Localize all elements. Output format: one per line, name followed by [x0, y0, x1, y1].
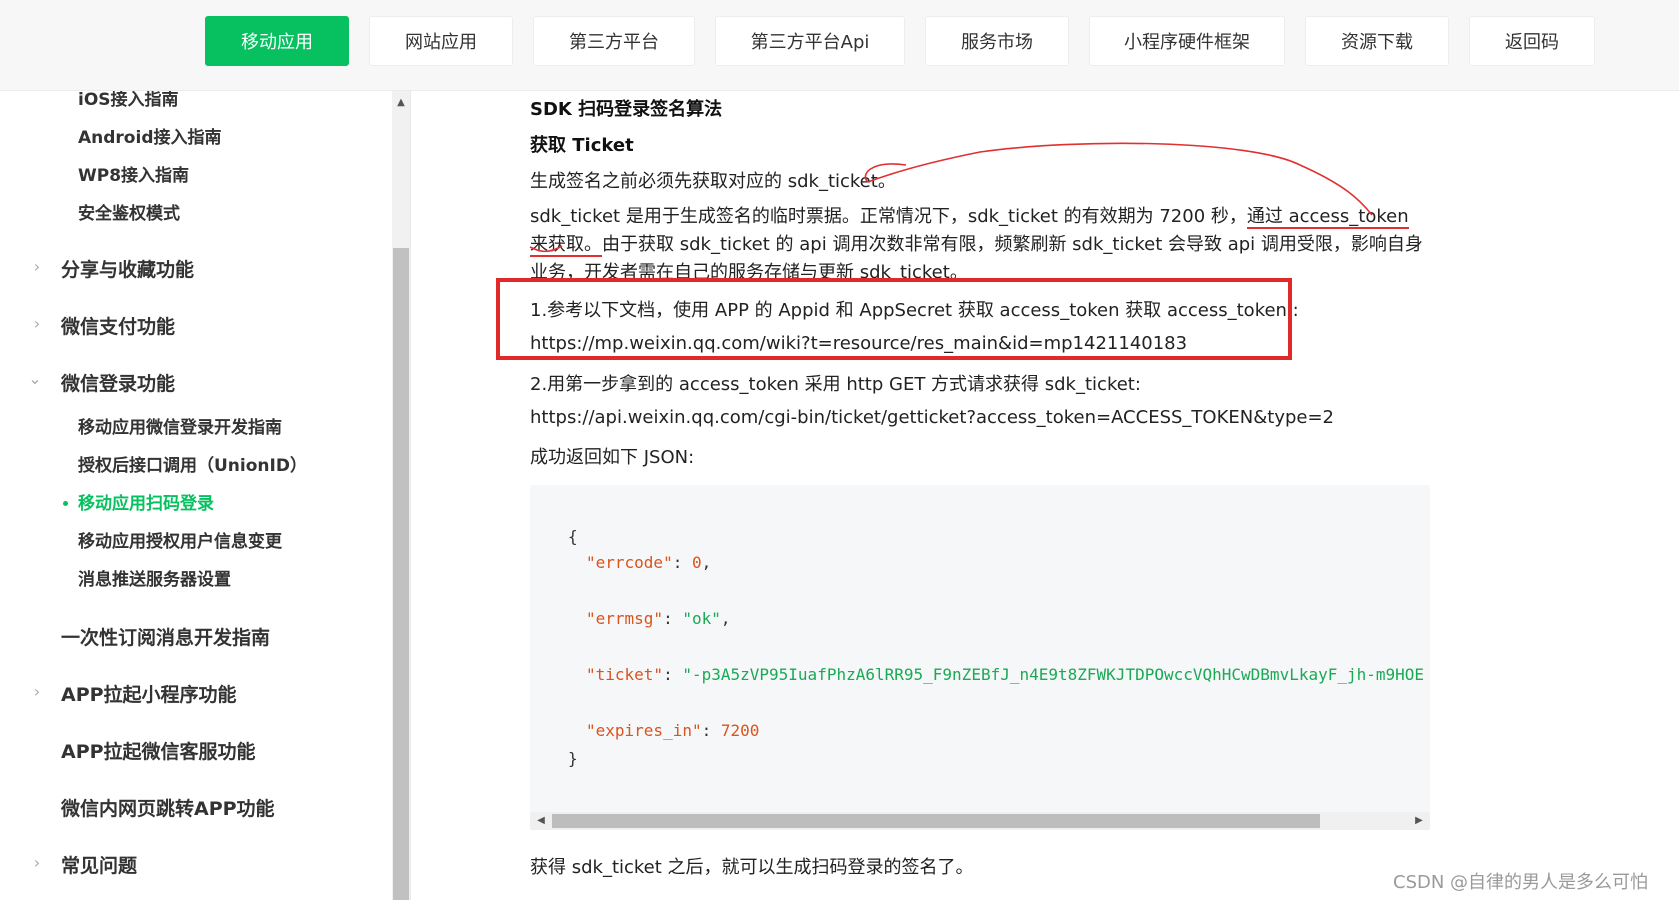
- scroll-right-arrow-icon[interactable]: ▶: [1410, 812, 1428, 830]
- step-2-text: 2.用第一步拿到的 access_token 采用 http GET 方式请求获…: [530, 374, 1141, 395]
- code-colon: :: [663, 665, 683, 684]
- sidebar-item-label: 常见问题: [61, 855, 138, 877]
- sidebar-item-qr-login[interactable]: 移动应用扫码登录: [78, 489, 214, 514]
- tab-third-party-api[interactable]: 第三方平台Api: [715, 16, 905, 66]
- para-text: 由于获取 sdk_ticket 的 api 调用次数非常有限，频繁刷新 sdk_…: [530, 234, 1423, 283]
- watermark: CSDN @自律的男人是多么可怕: [1393, 872, 1649, 893]
- sidebar-item-faq[interactable]: › 常见问题: [34, 851, 138, 878]
- code-colon: :: [672, 553, 692, 572]
- ticket-description: sdk_ticket 是用于生成签名的临时票据。正常情况下，sdk_ticket…: [530, 203, 1430, 287]
- chevron-right-icon: ›: [33, 314, 41, 333]
- sidebar-item-wechat-pay[interactable]: › 微信支付功能: [34, 312, 176, 339]
- sidebar-item-android-guide[interactable]: Android接入指南: [78, 123, 222, 148]
- step-2-url[interactable]: https://api.weixin.qq.com/cgi-bin/ticket…: [530, 407, 1334, 428]
- tab-website-app[interactable]: 网站应用: [369, 16, 513, 66]
- code-key: "ticket": [586, 665, 664, 684]
- tab-return-code[interactable]: 返回码: [1469, 16, 1595, 66]
- code-colon: :: [701, 721, 721, 740]
- sidebar-item-ios-guide[interactable]: iOS接入指南: [78, 91, 179, 110]
- scroll-left-arrow-icon[interactable]: ◀: [532, 812, 550, 830]
- sidebar-item-unionid[interactable]: 授权后接口调用（UnionID）: [78, 451, 307, 476]
- highlight-box: [496, 278, 1292, 360]
- code-key: "errcode": [586, 553, 673, 572]
- top-navigation: 移动应用 网站应用 第三方平台 第三方平台Api 服务市场 小程序硬件框架 资源…: [0, 0, 1679, 91]
- sidebar: iOS接入指南 Android接入指南 WP8接入指南 安全鉴权模式 › 分享与…: [0, 91, 392, 900]
- chevron-right-icon: ›: [33, 853, 41, 872]
- sidebar-scrollbar-thumb[interactable]: [393, 248, 409, 900]
- sidebar-item-wp8-guide[interactable]: WP8接入指南: [78, 161, 189, 186]
- outro-text: 获得 sdk_ticket 之后，就可以生成扫码登录的签名了。: [530, 857, 974, 878]
- subtitle: 获取 Ticket: [530, 135, 634, 156]
- sidebar-item-webpage-jump-app[interactable]: 微信内网页跳转APP功能: [61, 794, 275, 821]
- sidebar-item-app-customer-service[interactable]: APP拉起微信客服功能: [61, 737, 256, 764]
- sidebar-item-label: APP拉起小程序功能: [61, 684, 237, 706]
- sidebar-item-label: 分享与收藏功能: [61, 259, 195, 281]
- code-value: 0: [691, 553, 702, 572]
- tab-third-party-platform[interactable]: 第三方平台: [533, 16, 695, 66]
- tab-resource-download[interactable]: 资源下载: [1305, 16, 1449, 66]
- sidebar-item-app-mini-program[interactable]: › APP拉起小程序功能: [34, 680, 237, 707]
- code-line-ticket: "ticket": "-p3A5zVP95IuafPhzA6lRR95_F9nZ…: [586, 665, 1424, 684]
- tab-service-market[interactable]: 服务市场: [925, 16, 1069, 66]
- code-value: 7200: [720, 721, 760, 740]
- code-comma: ,: [720, 609, 731, 628]
- json-intro: 成功返回如下 JSON:: [530, 447, 695, 468]
- section-title: SDK 扫码登录签名算法: [530, 99, 723, 120]
- chevron-down-icon: ⌄: [28, 369, 42, 388]
- code-key: "expires_in": [586, 721, 702, 740]
- sidebar-item-label: 微信登录功能: [61, 373, 176, 395]
- sidebar-item-share-favorite[interactable]: › 分享与收藏功能: [34, 255, 195, 282]
- sidebar-divider: [410, 91, 411, 900]
- code-line-expires: "expires_in": 7200: [586, 721, 759, 740]
- code-comma: ,: [701, 553, 712, 572]
- sidebar-item-wechat-login[interactable]: ⌄ 微信登录功能: [28, 369, 176, 396]
- code-scrollbar-thumb[interactable]: [552, 814, 1320, 828]
- tab-mobile-app[interactable]: 移动应用: [205, 16, 349, 66]
- code-close-brace: }: [568, 749, 578, 768]
- sidebar-item-push-server[interactable]: 消息推送服务器设置: [78, 565, 231, 590]
- scroll-up-arrow-icon[interactable]: ▲: [392, 94, 410, 112]
- chevron-right-icon: ›: [33, 257, 41, 276]
- code-key: "errmsg": [586, 609, 664, 628]
- sidebar-item-label: 微信支付功能: [61, 316, 176, 338]
- tab-mini-program-hardware[interactable]: 小程序硬件框架: [1089, 16, 1285, 66]
- json-code-block: { "errcode": 0, "errmsg": "ok", "ticket"…: [530, 485, 1430, 830]
- code-colon: :: [663, 609, 683, 628]
- sidebar-item-login-dev-guide[interactable]: 移动应用微信登录开发指南: [78, 413, 282, 438]
- code-value: "-p3A5zVP95IuafPhzA6lRR95_F9nZEBfJ_n4E9t…: [682, 665, 1425, 684]
- code-open-brace: {: [568, 527, 578, 546]
- intro-text: 生成签名之前必须先获取对应的 sdk_ticket。: [530, 171, 896, 192]
- active-dot-icon: [63, 501, 68, 506]
- chevron-right-icon: ›: [33, 682, 41, 701]
- sidebar-item-subscribe-msg[interactable]: 一次性订阅消息开发指南: [61, 623, 270, 650]
- sidebar-item-user-info-change[interactable]: 移动应用授权用户信息变更: [78, 527, 282, 552]
- para-text: sdk_ticket 是用于生成签名的临时票据。正常情况下，sdk_ticket…: [530, 206, 1247, 227]
- code-line-errcode: "errcode": 0,: [586, 553, 711, 572]
- sidebar-item-security-auth[interactable]: 安全鉴权模式: [78, 199, 180, 224]
- code-line-errmsg: "errmsg": "ok",: [586, 609, 731, 628]
- code-value: "ok": [682, 609, 721, 628]
